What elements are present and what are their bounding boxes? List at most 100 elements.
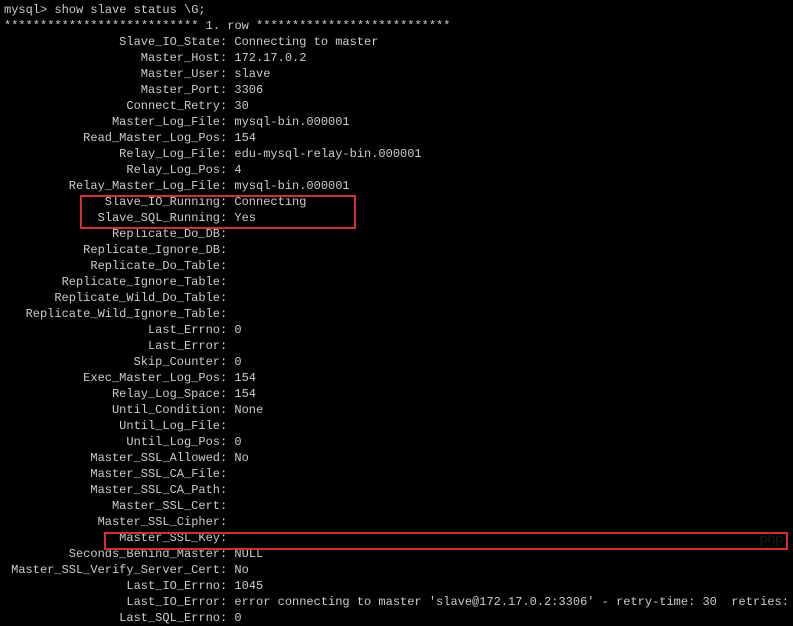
status-value: slave [234, 66, 270, 82]
separator: : [220, 562, 234, 578]
status-value: 0 [234, 610, 241, 626]
separator: : [220, 530, 234, 546]
status-row: Master_SSL_CA_Path: [4, 482, 789, 498]
status-label: Relay_Log_Space [4, 386, 220, 402]
status-label: Until_Log_Pos [4, 434, 220, 450]
status-row: Until_Condition: None [4, 402, 789, 418]
separator: : [220, 178, 234, 194]
separator: : [220, 594, 234, 610]
status-label: Skip_Counter [4, 354, 220, 370]
status-label: Until_Condition [4, 402, 220, 418]
status-row: Master_SSL_Allowed: No [4, 450, 789, 466]
status-row: Skip_Counter: 0 [4, 354, 789, 370]
status-label: Master_Port [4, 82, 220, 98]
status-label: Last_Error [4, 338, 220, 354]
status-label: Slave_SQL_Running [4, 210, 220, 226]
separator: : [220, 450, 234, 466]
row-header: *************************** 1. row *****… [4, 18, 789, 34]
status-value: No [234, 562, 248, 578]
separator: : [220, 610, 234, 626]
status-label: Replicate_Wild_Ignore_Table [4, 306, 220, 322]
separator: : [220, 258, 234, 274]
separator: : [220, 210, 234, 226]
mysql-prompt[interactable]: mysql> show slave status \G; [4, 2, 789, 18]
status-row: Last_Error: [4, 338, 789, 354]
status-value: 0 [234, 434, 241, 450]
status-row: Read_Master_Log_Pos: 154 [4, 130, 789, 146]
separator: : [220, 242, 234, 258]
status-row: Replicate_Ignore_Table: [4, 274, 789, 290]
status-label: Relay_Log_Pos [4, 162, 220, 178]
status-row: Replicate_Ignore_DB: [4, 242, 789, 258]
separator: : [220, 514, 234, 530]
separator: : [220, 98, 234, 114]
watermark: php [760, 530, 783, 546]
status-value: 30 [234, 98, 248, 114]
status-value: NULL [234, 546, 263, 562]
status-label: Replicate_Do_Table [4, 258, 220, 274]
status-label: Last_Errno [4, 322, 220, 338]
status-label: Master_SSL_Cert [4, 498, 220, 514]
status-label: Slave_IO_State [4, 34, 220, 50]
status-row: Until_Log_File: [4, 418, 789, 434]
status-row: Master_Host: 172.17.0.2 [4, 50, 789, 66]
status-value: None [234, 402, 263, 418]
status-row: Master_SSL_Cipher: [4, 514, 789, 530]
status-value: mysql-bin.000001 [234, 178, 349, 194]
status-row: Slave_IO_State: Connecting to master [4, 34, 789, 50]
status-label: Replicate_Ignore_Table [4, 274, 220, 290]
status-label: Master_SSL_Key [4, 530, 220, 546]
status-label: Master_SSL_Verify_Server_Cert [4, 562, 220, 578]
status-row: Replicate_Do_Table: [4, 258, 789, 274]
status-value: 172.17.0.2 [234, 50, 306, 66]
status-value: 1045 [234, 578, 263, 594]
status-value: 3306 [234, 82, 263, 98]
status-row: Last_Errno: 0 [4, 322, 789, 338]
status-row: Relay_Log_Space: 154 [4, 386, 789, 402]
status-value: No [234, 450, 248, 466]
separator: : [220, 402, 234, 418]
status-label: Until_Log_File [4, 418, 220, 434]
separator: : [220, 226, 234, 242]
status-label: Master_Log_File [4, 114, 220, 130]
status-row: Last_SQL_Errno: 0 [4, 610, 789, 626]
status-row: Master_Port: 3306 [4, 82, 789, 98]
status-label: Replicate_Wild_Do_Table [4, 290, 220, 306]
status-value: 154 [234, 370, 256, 386]
status-row: Exec_Master_Log_Pos: 154 [4, 370, 789, 386]
separator: : [220, 434, 234, 450]
status-label: Master_SSL_CA_File [4, 466, 220, 482]
separator: : [220, 322, 234, 338]
status-label: Last_IO_Error [4, 594, 220, 610]
status-row: Relay_Master_Log_File: mysql-bin.000001 [4, 178, 789, 194]
separator: : [220, 370, 234, 386]
separator: : [220, 466, 234, 482]
status-label: Master_SSL_CA_Path [4, 482, 220, 498]
status-row: Last_IO_Error: error connecting to maste… [4, 594, 789, 610]
status-label: Master_SSL_Allowed [4, 450, 220, 466]
status-label: Master_SSL_Cipher [4, 514, 220, 530]
separator: : [220, 82, 234, 98]
separator: : [220, 418, 234, 434]
status-row: Master_Log_File: mysql-bin.000001 [4, 114, 789, 130]
status-row: Replicate_Do_DB: [4, 226, 789, 242]
separator: : [220, 146, 234, 162]
status-row: Connect_Retry: 30 [4, 98, 789, 114]
status-row: Replicate_Wild_Do_Table: [4, 290, 789, 306]
status-label: Master_User [4, 66, 220, 82]
separator: : [220, 482, 234, 498]
status-row: Master_SSL_Cert: [4, 498, 789, 514]
status-row: Master_SSL_CA_File: [4, 466, 789, 482]
slave-status-output: Slave_IO_State: Connecting to masterMast… [4, 34, 789, 626]
status-value: Yes [234, 210, 256, 226]
separator: : [220, 50, 234, 66]
status-row: Master_SSL_Verify_Server_Cert: No [4, 562, 789, 578]
status-label: Relay_Log_File [4, 146, 220, 162]
status-label: Last_SQL_Errno [4, 610, 220, 626]
status-label: Read_Master_Log_Pos [4, 130, 220, 146]
status-value: error connecting to master 'slave@172.17… [234, 594, 793, 610]
status-value: Connecting to master [234, 34, 378, 50]
separator: : [220, 338, 234, 354]
status-label: Seconds_Behind_Master [4, 546, 220, 562]
status-label: Replicate_Do_DB [4, 226, 220, 242]
